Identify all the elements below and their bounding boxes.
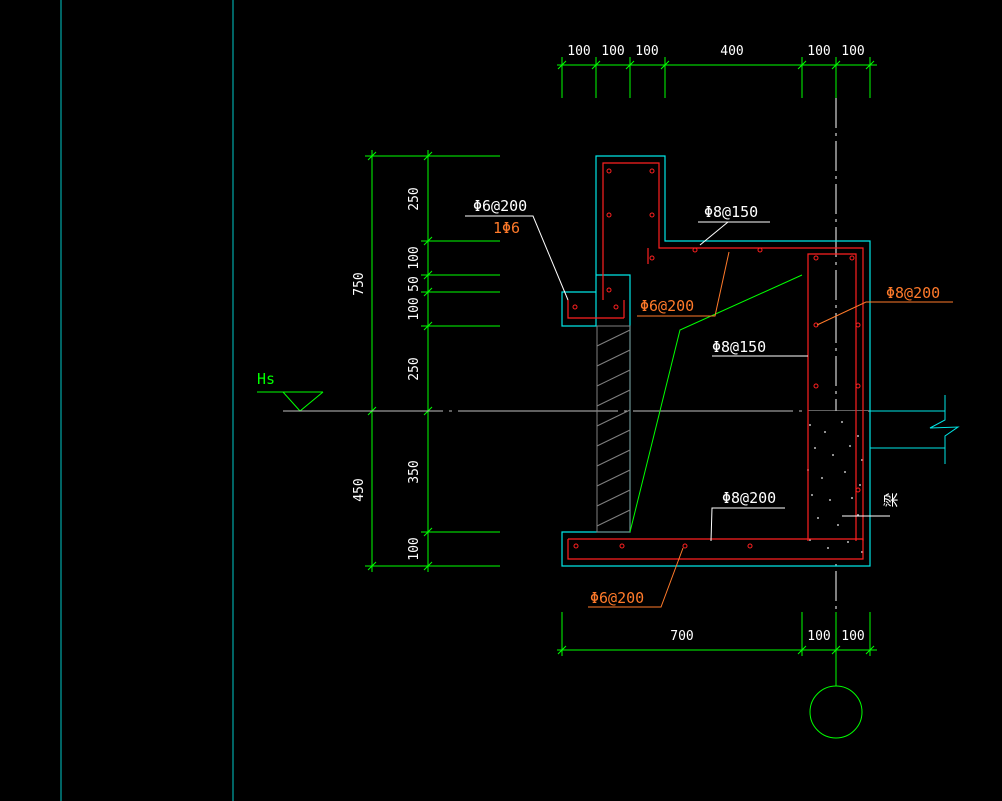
- top-dim-6: 100: [841, 44, 864, 59]
- top-dim-5: 100: [807, 44, 830, 59]
- rebar-label-phi8-150-top: Φ8@150: [704, 203, 758, 221]
- beam-label: 梁: [882, 492, 900, 507]
- rebar-label-phi6-200-top: Φ6@200: [473, 197, 527, 215]
- bottom-dim-100a: 100: [807, 629, 830, 644]
- left-dim-50: 50: [407, 276, 422, 292]
- top-dim-3: 100: [635, 44, 658, 59]
- rebar-label-phi6-200-mid: Φ6@200: [640, 297, 694, 315]
- rebar-label-phi8-150-wall: Φ8@150: [712, 338, 766, 356]
- left-dim-100b: 100: [407, 297, 422, 320]
- rebar-label-phi8-200-right: Φ8@200: [886, 284, 940, 302]
- cad-drawing-canvas: 100 100 100 400 100 100 750 450 250 100 …: [0, 0, 1002, 801]
- water-level-label: Hs: [257, 370, 275, 388]
- rebar-label-phi6-200-bottom: Φ6@200: [590, 589, 644, 607]
- top-dim-4: 400: [720, 44, 743, 59]
- top-dim-2: 100: [601, 44, 624, 59]
- beam-dotted-fill: [803, 411, 868, 564]
- rebar-label-phi8-200-bottom: Φ8@200: [722, 489, 776, 507]
- left-dim-250a: 250: [407, 187, 422, 210]
- rebar-label-1phi6: 1Φ6: [493, 219, 520, 237]
- left-dim-750: 750: [352, 272, 367, 295]
- left-dim-100a: 100: [407, 246, 422, 269]
- left-dim-250b: 250: [407, 357, 422, 380]
- left-dim-450: 450: [352, 478, 367, 501]
- bottom-dim-100b: 100: [841, 629, 864, 644]
- bottom-dim-700: 700: [670, 629, 693, 644]
- top-dim-1: 100: [567, 44, 590, 59]
- left-dim-350: 350: [407, 460, 422, 483]
- left-dim-100c: 100: [407, 537, 422, 560]
